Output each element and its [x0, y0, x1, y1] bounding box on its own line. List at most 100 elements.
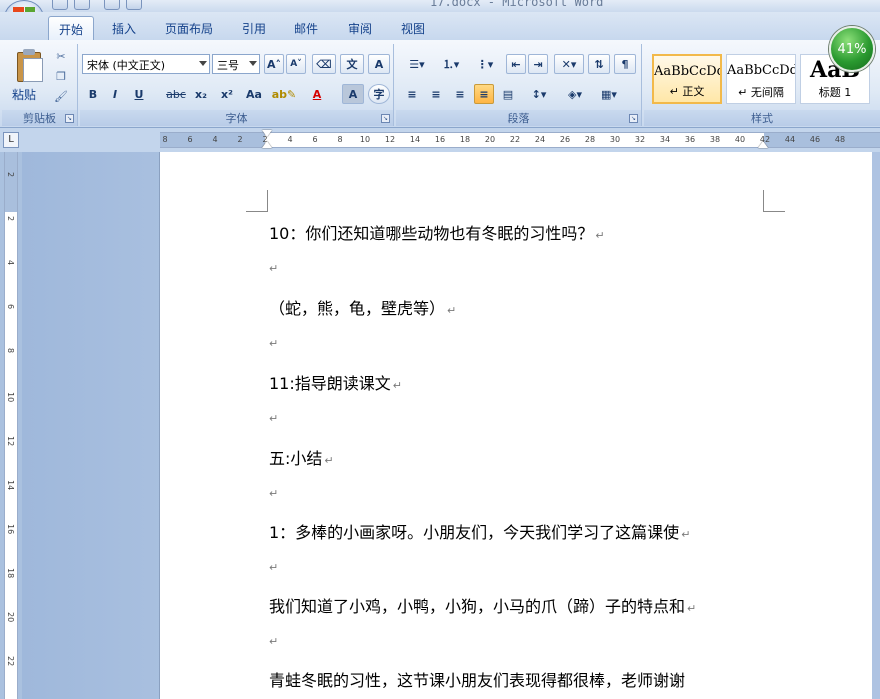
chinese-layout-icon[interactable]: ✕▾: [554, 54, 584, 74]
empty-paragraph-mark: ↵: [269, 635, 279, 648]
tab-home[interactable]: 开始: [48, 16, 95, 40]
zoom-indicator: 41%: [829, 26, 875, 72]
paste-icon[interactable]: [14, 48, 44, 82]
style-no-spacing[interactable]: AaBbCcDd ↵ 无间隔: [726, 54, 796, 104]
change-case-button[interactable]: Aa: [240, 84, 268, 104]
superscript-button[interactable]: x²: [216, 84, 238, 104]
font-size-value: 三号: [217, 59, 239, 72]
sort-icon[interactable]: ⇅: [588, 54, 610, 74]
align-right-icon[interactable]: ≡: [450, 84, 470, 104]
redo-icon[interactable]: [104, 0, 120, 10]
style-heading-1-name: 标题 1: [818, 86, 852, 99]
subscript-button[interactable]: x₂: [190, 84, 212, 104]
distributed-icon[interactable]: ▤: [498, 84, 518, 104]
ruler-tick-label: 46: [809, 135, 821, 144]
clipboard-group: 粘贴 ✂ ❐ 🖌 剪贴板 ↘: [2, 44, 78, 126]
cut-icon[interactable]: ✂: [54, 50, 68, 64]
tab-selector-icon[interactable]: L: [3, 132, 19, 148]
font-group-label: 字体: [80, 110, 393, 126]
ruler-tick-label: 8: [337, 135, 343, 144]
paragraph-group-label: 段落: [396, 110, 641, 126]
shading-icon[interactable]: ◈▾: [560, 84, 590, 104]
borders-icon[interactable]: ▦▾: [594, 84, 624, 104]
enclose-char-icon[interactable]: 字: [368, 84, 390, 104]
paste-button[interactable]: 粘贴: [12, 86, 36, 103]
horizontal-ruler[interactable]: 8 6 4 2 2 4 6 8 10 12 14 16 18 20 22 24 26 28 30 32 34 36 38 40…: [160, 130, 880, 148]
underline-button[interactable]: U: [130, 84, 148, 104]
ruler-tick-label: 8: [162, 135, 168, 144]
ruler-tick-label: 38: [709, 135, 721, 144]
paragraph-1[interactable]: 10：你们还知道哪些动物也有冬眠的习性吗？ ↵: [269, 220, 605, 244]
vruler-tick-label: 10: [6, 392, 15, 403]
paragraph-4[interactable]: 五:小结 ↵: [269, 445, 334, 469]
print-preview-icon[interactable]: [126, 0, 142, 10]
line-spacing-icon[interactable]: ↕▾: [524, 84, 554, 104]
tab-review[interactable]: 审阅: [338, 16, 382, 40]
show-marks-icon[interactable]: ¶: [614, 54, 636, 74]
justify-icon[interactable]: ≡: [474, 84, 494, 104]
tab-mailings[interactable]: 邮件: [284, 16, 328, 40]
char-shading-icon[interactable]: A: [342, 84, 364, 104]
increase-indent-icon[interactable]: ⇥: [528, 54, 548, 74]
save-icon[interactable]: [52, 0, 68, 10]
font-size-select[interactable]: 三号: [212, 54, 260, 74]
phonetic-guide-icon[interactable]: 文: [340, 54, 364, 74]
ruler-tick-label: 4: [212, 135, 218, 144]
decrease-indent-icon[interactable]: ⇤: [506, 54, 526, 74]
ruler-tick-label: 24: [534, 135, 546, 144]
ruler-tick-label: 36: [684, 135, 696, 144]
style-normal[interactable]: AaBbCcDd ↵ 正文: [652, 54, 722, 104]
vruler-tick-label: 14: [6, 480, 15, 491]
strikethrough-button[interactable]: abc: [164, 84, 188, 104]
paragraph-5[interactable]: 1：多棒的小画家呀。小朋友们，今天我们学习了这篇课使 ↵: [269, 519, 690, 543]
tab-references[interactable]: 引用: [232, 16, 276, 40]
vertical-ruler[interactable]: 224681012141618202224: [4, 152, 18, 699]
vruler-tick-label: 16: [6, 524, 15, 535]
copy-icon[interactable]: ❐: [54, 70, 68, 84]
bold-button[interactable]: B: [84, 84, 102, 104]
multilevel-list-icon[interactable]: ⋮▾: [470, 54, 500, 74]
document-page[interactable]: 10：你们还知道哪些动物也有冬眠的习性吗？ ↵ ↵ （蛇，熊，龟，壁虎等） ↵ ↵ …: [159, 152, 872, 699]
ruler-tick-label: 18: [459, 135, 471, 144]
vruler-tick-label: 4: [6, 260, 15, 266]
ribbon-tabs: 开始 插入 页面布局 引用 邮件 审阅 视图: [0, 12, 880, 40]
char-border-button[interactable]: A: [368, 54, 390, 74]
font-launcher-icon[interactable]: ↘: [381, 114, 390, 123]
ruler-tick-label: 26: [559, 135, 571, 144]
paragraph-7[interactable]: 青蛙冬眠的习性，这节课小朋友们表现得都很棒，老师谢谢: [269, 667, 685, 691]
undo-icon[interactable]: [74, 0, 90, 10]
tab-view[interactable]: 视图: [391, 16, 435, 40]
align-center-icon[interactable]: ≡: [426, 84, 446, 104]
paragraph-6[interactable]: 我们知道了小鸡，小鸭，小狗，小马的爪（蹄）子的特点和 ↵: [269, 593, 696, 617]
clear-format-icon[interactable]: ⌫: [312, 54, 336, 74]
styles-group-label: 样式: [644, 110, 880, 126]
format-painter-icon[interactable]: 🖌: [54, 90, 68, 104]
clipboard-launcher-icon[interactable]: ↘: [65, 114, 74, 123]
italic-button[interactable]: I: [106, 84, 124, 104]
bullets-icon[interactable]: ☰▾: [402, 54, 432, 74]
tab-insert[interactable]: 插入: [102, 16, 146, 40]
ruler-tick-label: 16: [434, 135, 446, 144]
ruler-tick-label: 44: [784, 135, 796, 144]
shrink-font-button[interactable]: A ˅: [286, 54, 306, 74]
grow-font-button[interactable]: A ˄: [264, 54, 284, 74]
vruler-tick-label: 20: [6, 612, 15, 623]
font-name-select[interactable]: 宋体 (中文正文): [82, 54, 210, 74]
ruler-tick-label: 6: [312, 135, 318, 144]
tab-page-layout[interactable]: 页面布局: [155, 16, 223, 40]
ruler-tick-label: 2: [262, 135, 268, 144]
style-no-spacing-name: ↵ 无间隔: [738, 86, 784, 99]
font-color-icon[interactable]: A: [304, 84, 330, 104]
document-workspace: 10：你们还知道哪些动物也有冬眠的习性吗？ ↵ ↵ （蛇，熊，龟，壁虎等） ↵ ↵ …: [22, 152, 880, 699]
ruler-tick-label: 2: [237, 135, 243, 144]
ruler-tick-label: 14: [409, 135, 421, 144]
paragraph-launcher-icon[interactable]: ↘: [629, 114, 638, 123]
paragraph-2[interactable]: （蛇，熊，龟，壁虎等） ↵: [269, 295, 456, 319]
align-left-icon[interactable]: ≡: [402, 84, 422, 104]
paragraph-3[interactable]: 11:指导朗读课文 ↵: [269, 370, 402, 394]
ruler-tick-label: 4: [287, 135, 293, 144]
ribbon: 粘贴 ✂ ❐ 🖌 剪贴板 ↘ 宋体 (中文正文) 三号 A ˄ A ˅ ⌫ 文 A …: [0, 40, 880, 128]
highlight-icon[interactable]: ab✎: [270, 84, 298, 104]
ruler-tick-label: 30: [609, 135, 621, 144]
numbering-icon[interactable]: ⒈▾: [436, 54, 466, 74]
